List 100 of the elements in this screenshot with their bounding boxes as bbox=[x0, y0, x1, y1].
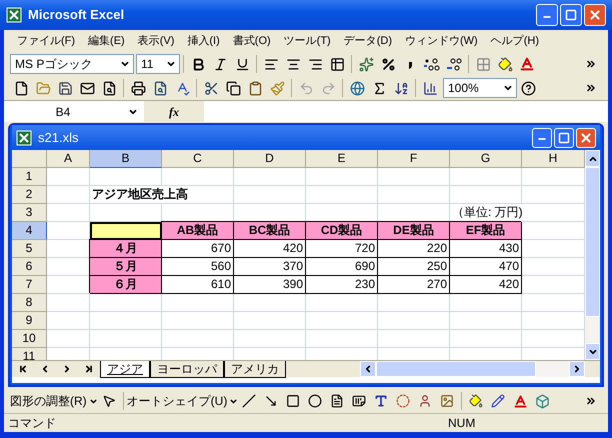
table-cell: 270 bbox=[378, 276, 450, 294]
status-mode: コマンド bbox=[8, 415, 57, 432]
table-cell bbox=[306, 294, 378, 312]
font-select[interactable]: MS Pゴシック bbox=[10, 54, 134, 74]
table-cell bbox=[450, 186, 522, 204]
table-cell bbox=[450, 168, 522, 186]
maximize-button[interactable] bbox=[554, 128, 574, 148]
excel-icon bbox=[6, 7, 22, 23]
table-header-cell: DE製品 bbox=[378, 222, 450, 240]
function-label[interactable]: fx bbox=[169, 102, 179, 120]
menu-item[interactable]: 表示(V) bbox=[134, 34, 178, 48]
table-cell bbox=[378, 330, 450, 348]
maximize-icon bbox=[558, 132, 570, 144]
row-header[interactable]: 6 bbox=[12, 258, 47, 276]
table-cell: 250 bbox=[378, 258, 450, 276]
horizontal-scrollbar[interactable] bbox=[360, 361, 585, 377]
scroll-thumb[interactable] bbox=[376, 361, 536, 377]
workbook-title: s21.xls bbox=[38, 128, 80, 147]
sheet-tab[interactable]: ヨーロッパ bbox=[150, 360, 224, 378]
row-header[interactable]: 8 bbox=[12, 294, 47, 312]
column-header[interactable]: C bbox=[162, 150, 234, 168]
table-cell: 720 bbox=[306, 240, 378, 258]
maximize-button[interactable] bbox=[560, 4, 582, 26]
scroll-right-button[interactable] bbox=[569, 361, 585, 377]
table-cell bbox=[162, 168, 234, 186]
draw-menu[interactable]: 図形の調整(R) bbox=[10, 392, 98, 410]
table-cell bbox=[450, 330, 522, 348]
zoom-select[interactable]: 100% bbox=[443, 78, 517, 98]
caret-icon bbox=[166, 59, 176, 69]
num-lock-indicator: NUM bbox=[448, 415, 476, 432]
autoshape-menu[interactable]: オートシェイプ(U) bbox=[126, 392, 238, 410]
close-icon bbox=[579, 130, 593, 144]
table-cell bbox=[234, 294, 306, 312]
scroll-thumb[interactable] bbox=[585, 167, 600, 317]
table-cell bbox=[162, 330, 234, 348]
close-button[interactable] bbox=[576, 128, 596, 148]
scroll-up-button[interactable] bbox=[585, 150, 600, 167]
table-cell bbox=[90, 294, 162, 312]
column-header[interactable]: H bbox=[522, 150, 585, 168]
table-cell: 420 bbox=[234, 240, 306, 258]
table-cell bbox=[234, 186, 306, 204]
table-cell: 420 bbox=[450, 276, 522, 294]
table-cell: 560 bbox=[162, 258, 234, 276]
row-header[interactable]: 1 bbox=[12, 168, 47, 186]
table-cell bbox=[162, 294, 234, 312]
table-cell bbox=[378, 186, 450, 204]
row-label-cell: ６月 bbox=[90, 276, 162, 294]
column-header[interactable]: G bbox=[450, 150, 522, 168]
menu-item[interactable]: データ(D) bbox=[340, 34, 395, 48]
table-header-cell: CD製品 bbox=[306, 222, 378, 240]
column-header[interactable]: E bbox=[306, 150, 378, 168]
row-header[interactable]: 4 bbox=[12, 222, 47, 240]
table-cell: 470 bbox=[450, 258, 522, 276]
row-header[interactable]: 7 bbox=[12, 276, 47, 294]
table-header-cell: AB製品 bbox=[162, 222, 234, 240]
table-cell bbox=[90, 168, 162, 186]
active-cell[interactable] bbox=[90, 222, 162, 240]
menu-item[interactable]: 挿入(I) bbox=[184, 34, 223, 48]
table-cell: 690 bbox=[306, 258, 378, 276]
table-cell: 430 bbox=[450, 240, 522, 258]
column-header[interactable]: D bbox=[234, 150, 306, 168]
menu-item[interactable]: 編集(E) bbox=[85, 34, 128, 48]
table-cell bbox=[90, 330, 162, 348]
sheet-tab[interactable]: アジア bbox=[100, 360, 150, 378]
table-cell: 670 bbox=[162, 240, 234, 258]
menu-item[interactable]: 書式(O) bbox=[230, 34, 274, 48]
scroll-left-button[interactable] bbox=[360, 361, 376, 377]
row-header[interactable]: 11 bbox=[12, 348, 47, 360]
column-header[interactable]: B bbox=[90, 150, 162, 168]
close-icon bbox=[588, 8, 602, 22]
table-cell bbox=[234, 330, 306, 348]
table-cell bbox=[306, 330, 378, 348]
table-cell bbox=[47, 186, 90, 204]
column-header[interactable]: F bbox=[378, 150, 450, 168]
row-header[interactable]: 9 bbox=[12, 312, 47, 330]
row-header[interactable]: 3 bbox=[12, 204, 47, 222]
row-header[interactable]: 5 bbox=[12, 240, 47, 258]
table-cell bbox=[47, 204, 90, 222]
vertical-scrollbar[interactable] bbox=[585, 150, 600, 360]
menu-item[interactable]: ファイル(F) bbox=[14, 34, 78, 48]
column-header[interactable]: A bbox=[47, 150, 90, 168]
sheet-tab[interactable]: アメリカ bbox=[224, 360, 286, 378]
font-size-select[interactable]: 11 bbox=[136, 54, 180, 74]
table-cell bbox=[47, 330, 90, 348]
minimize-button[interactable] bbox=[532, 128, 552, 148]
row-label-cell: ５月 bbox=[90, 258, 162, 276]
caret-icon bbox=[88, 396, 98, 406]
close-button[interactable] bbox=[584, 4, 606, 26]
row-header[interactable]: 2 bbox=[12, 186, 47, 204]
scroll-down-button[interactable] bbox=[585, 343, 600, 360]
table-cell bbox=[306, 312, 378, 330]
menu-item[interactable]: ツール(T) bbox=[280, 34, 334, 48]
table-cell bbox=[450, 312, 522, 330]
menu-item[interactable]: ウィンドウ(W) bbox=[402, 34, 481, 48]
table-cell bbox=[306, 168, 378, 186]
minimize-button[interactable] bbox=[536, 4, 558, 26]
row-header[interactable]: 10 bbox=[12, 330, 47, 348]
table-cell bbox=[306, 186, 378, 204]
window-title: Microsoft Excel bbox=[28, 6, 126, 24]
menu-item[interactable]: ヘルプ(H) bbox=[488, 34, 542, 48]
